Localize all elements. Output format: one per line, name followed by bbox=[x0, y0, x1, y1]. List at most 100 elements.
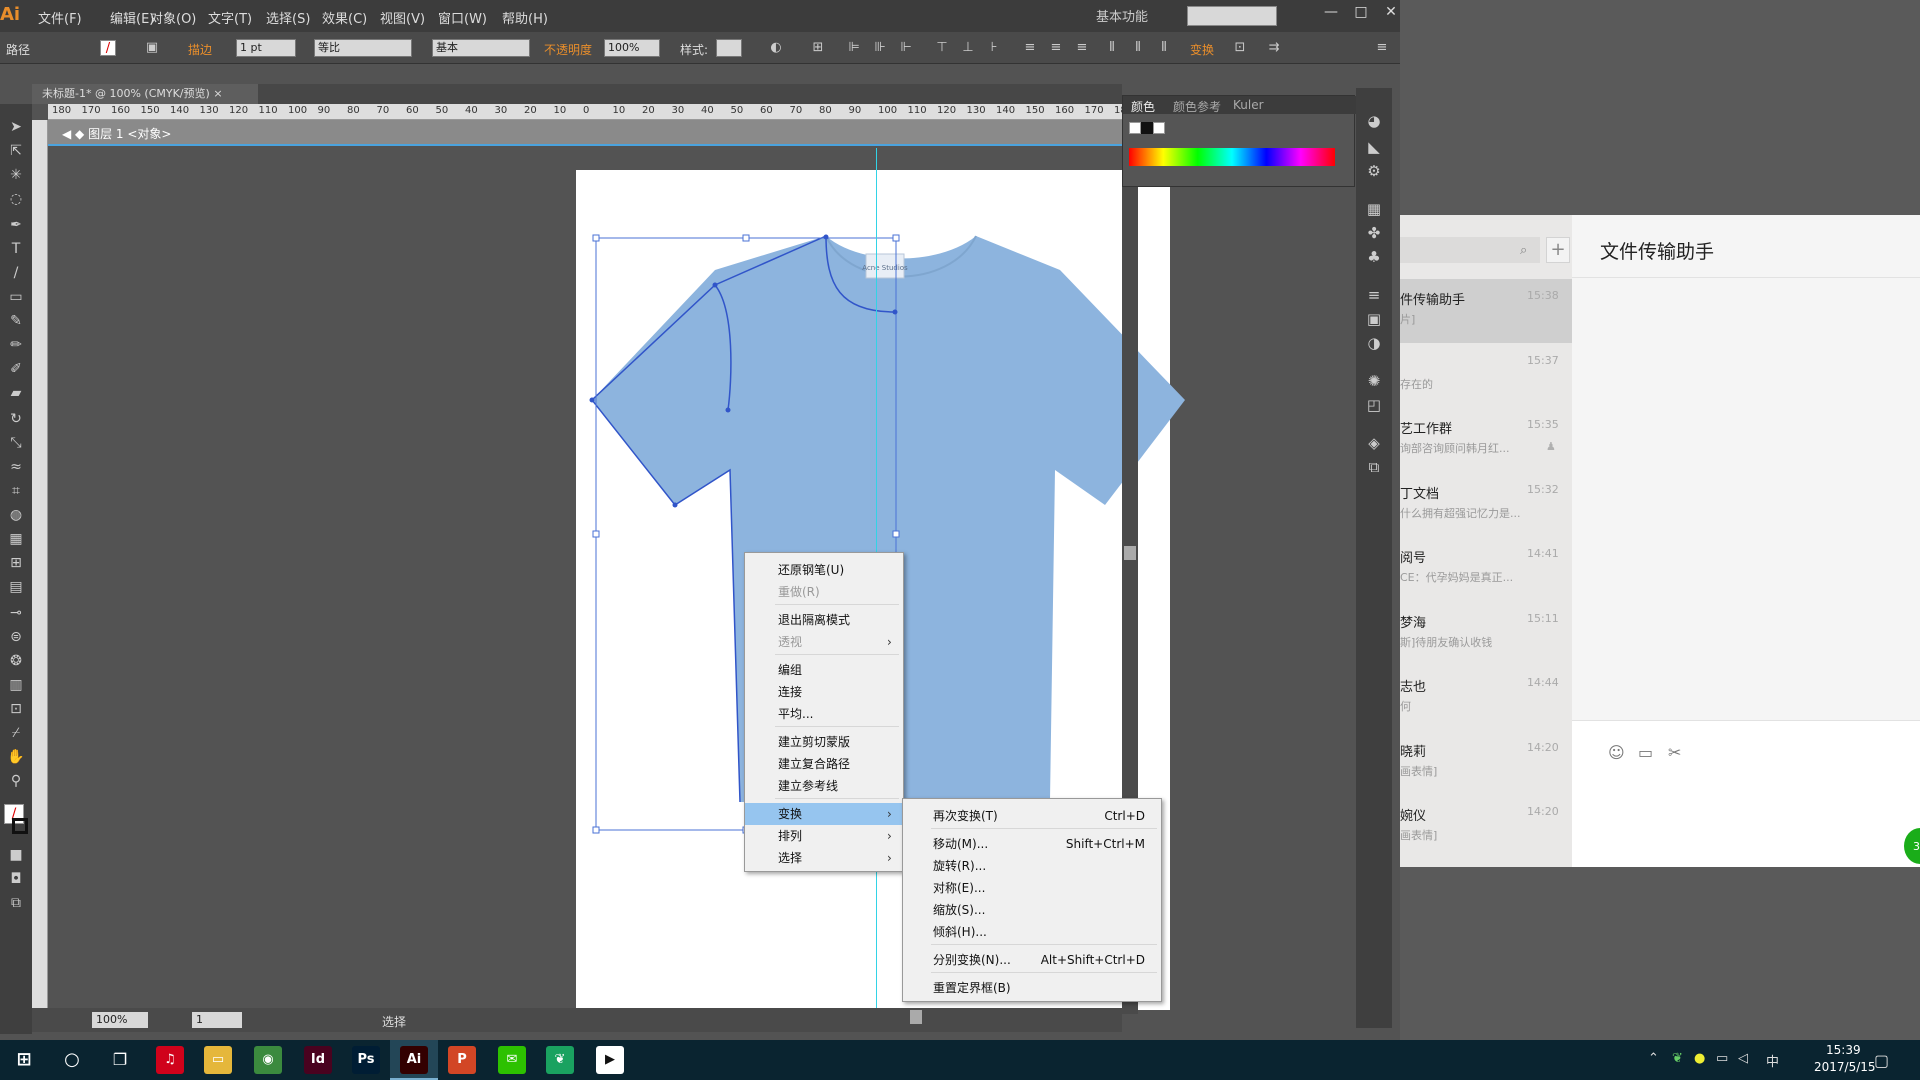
anchor-point[interactable] bbox=[592, 234, 600, 242]
file-explorer-icon[interactable]: ▭ bbox=[204, 1046, 232, 1074]
chrome-icon[interactable]: ◉ bbox=[254, 1046, 282, 1074]
transform-menu-item[interactable]: 再次变换(T) Ctrl+D bbox=[903, 805, 1161, 827]
tray-expand-icon[interactable]: ⌃ bbox=[1648, 1051, 1659, 1066]
chat-list-item[interactable]: 婉仪 14:20 画表情] bbox=[1400, 795, 1572, 859]
path-anchor[interactable] bbox=[712, 282, 718, 288]
chat-list-item[interactable]: 15:37 存在的 bbox=[1400, 344, 1572, 408]
netease-music-icon[interactable]: ♫ bbox=[156, 1046, 184, 1074]
transform-menu-item[interactable]: 分别变换(N)... Alt+Shift+Ctrl+D bbox=[903, 949, 1161, 971]
transform-menu-item[interactable]: 移动(M)... Shift+Ctrl+M bbox=[903, 833, 1161, 855]
color-guide-icon[interactable]: ◣ bbox=[1362, 136, 1386, 158]
scissors-icon[interactable]: ✂ bbox=[1668, 743, 1681, 762]
context-menu-item[interactable]: 退出隔离模式 bbox=[745, 609, 903, 631]
artboard-navigation[interactable]: 1 bbox=[192, 1012, 242, 1028]
feather-app-icon[interactable]: ❦ bbox=[546, 1046, 574, 1074]
clock-date[interactable]: 2017/5/15 bbox=[1814, 1060, 1876, 1074]
transform-menu-item[interactable]: 旋转(R)... bbox=[903, 855, 1161, 877]
context-menu-item[interactable]: 建立剪切蒙版 bbox=[745, 731, 903, 753]
path-anchor[interactable] bbox=[725, 407, 731, 413]
white-swatch[interactable] bbox=[1153, 122, 1165, 134]
volume-icon[interactable]: ◁ bbox=[1738, 1051, 1748, 1066]
menu-item-label: 旋转(R)... bbox=[933, 859, 987, 873]
clock-time[interactable]: 15:39 bbox=[1826, 1043, 1861, 1057]
windows-start-icon[interactable]: ⊞ bbox=[10, 1046, 38, 1074]
menu-separator bbox=[931, 972, 1157, 973]
chat-time: 14:20 bbox=[1527, 740, 1559, 754]
kuler-icon[interactable]: ⚙ bbox=[1362, 160, 1386, 182]
status-bar: 100% 1 选择 bbox=[32, 1008, 1122, 1032]
brushes-icon[interactable]: ✤ bbox=[1362, 222, 1386, 244]
context-menu-item[interactable]: 排列 › bbox=[745, 825, 903, 847]
path-anchor[interactable] bbox=[892, 309, 898, 315]
graphic-styles-icon[interactable]: ◰ bbox=[1362, 394, 1386, 416]
wechat-search-field[interactable] bbox=[1400, 237, 1540, 263]
anchor-point[interactable] bbox=[892, 530, 900, 538]
context-menu-item[interactable]: 选择 › bbox=[745, 847, 903, 869]
message-compose-area[interactable]: ☺ ▭ ✂ bbox=[1572, 721, 1920, 867]
action-center-icon[interactable]: ▢ bbox=[1874, 1051, 1889, 1070]
context-menu-item[interactable]: 变换 › bbox=[745, 803, 903, 825]
video-app-icon[interactable]: ▶ bbox=[596, 1046, 624, 1074]
indesign-icon[interactable]: Id bbox=[304, 1046, 332, 1074]
color-panel-tab[interactable]: 颜色参考 bbox=[1173, 98, 1221, 115]
tray-app-icon[interactable]: ❦ bbox=[1672, 1051, 1683, 1066]
network-icon[interactable]: ▭ bbox=[1716, 1051, 1728, 1066]
photoshop-icon[interactable]: Ps bbox=[352, 1046, 380, 1074]
path-anchor[interactable] bbox=[589, 397, 595, 403]
context-menu-item[interactable]: 建立参考线 bbox=[745, 775, 903, 797]
chat-list-item[interactable]: 艺工作群 15:35 询部咨询顾问韩月红... ♟ bbox=[1400, 408, 1572, 472]
chat-list-item[interactable]: 件传输助手 15:38 片] bbox=[1400, 279, 1572, 343]
illustrator-icon[interactable]: Ai bbox=[400, 1046, 428, 1074]
emoji-icon[interactable]: ☺ bbox=[1608, 743, 1625, 762]
vertical-scroll-thumb[interactable] bbox=[1124, 546, 1136, 560]
swatches-icon[interactable]: ▦ bbox=[1362, 198, 1386, 220]
menu-item-label: 建立剪切蒙版 bbox=[778, 735, 851, 749]
transform-menu-item[interactable]: 倾斜(H)... bbox=[903, 921, 1161, 943]
context-menu-item[interactable]: 连接 bbox=[745, 681, 903, 703]
black-swatch[interactable] bbox=[1141, 122, 1153, 134]
powerpoint-icon[interactable]: P bbox=[448, 1046, 476, 1074]
symbols-icon[interactable]: ♣ bbox=[1362, 246, 1386, 268]
menu-item-label: 退出隔离模式 bbox=[778, 613, 851, 627]
path-anchor[interactable] bbox=[672, 502, 678, 508]
color-panel-icon[interactable]: ◕ bbox=[1362, 110, 1386, 132]
layers-icon[interactable]: ◈ bbox=[1362, 432, 1386, 454]
chat-list-item[interactable]: 丁文档 15:32 什么拥有超强记忆力是... bbox=[1400, 473, 1572, 537]
cortana-icon[interactable]: ○ bbox=[58, 1046, 86, 1074]
transform-menu-item[interactable]: 重置定界框(B) bbox=[903, 977, 1161, 999]
transform-menu-item[interactable]: 对称(E)... bbox=[903, 877, 1161, 899]
color-spectrum[interactable] bbox=[1129, 148, 1335, 166]
transparency-icon[interactable]: ◑ bbox=[1362, 332, 1386, 354]
chat-list-item[interactable]: 阅号 14:41 CE：代孕妈妈是真正... bbox=[1400, 537, 1572, 601]
color-panel-tab[interactable]: 颜色 bbox=[1131, 98, 1155, 115]
horizontal-scroll-thumb[interactable] bbox=[910, 1010, 922, 1024]
chat-list-item[interactable]: 志也 14:44 何 bbox=[1400, 666, 1572, 730]
wechat-icon[interactable]: ✉ bbox=[498, 1046, 526, 1074]
ime-indicator[interactable]: 中 bbox=[1766, 1051, 1779, 1070]
gradient-icon[interactable]: ▣ bbox=[1362, 308, 1386, 330]
context-menu-item[interactable]: 平均... bbox=[745, 703, 903, 725]
artboards-icon[interactable]: ⧉ bbox=[1362, 456, 1386, 478]
anchor-point[interactable] bbox=[592, 530, 600, 538]
tray-app-icon[interactable]: ● bbox=[1694, 1051, 1705, 1066]
color-panel-tab[interactable]: Kuler bbox=[1233, 98, 1264, 112]
folder-icon[interactable]: ▭ bbox=[1638, 743, 1653, 762]
chat-list-item[interactable]: 晓莉 14:20 画表情] bbox=[1400, 731, 1572, 795]
context-menu-item[interactable]: 建立复合路径 bbox=[745, 753, 903, 775]
stroke-icon[interactable]: ≡ bbox=[1362, 284, 1386, 306]
task-view-icon[interactable]: ❐ bbox=[106, 1046, 134, 1074]
add-chat-button[interactable]: + bbox=[1546, 237, 1570, 263]
context-menu-item[interactable]: 编组 bbox=[745, 659, 903, 681]
anchor-point[interactable] bbox=[892, 234, 900, 242]
none-swatch[interactable] bbox=[1129, 122, 1141, 134]
menu-separator bbox=[931, 944, 1157, 945]
appearance-icon[interactable]: ✺ bbox=[1362, 370, 1386, 392]
context-menu-item[interactable]: 还原钢笔(U) bbox=[745, 559, 903, 581]
anchor-point[interactable] bbox=[742, 234, 750, 242]
search-icon[interactable]: ⌕ bbox=[1520, 243, 1527, 258]
transform-menu-item[interactable]: 缩放(S)... bbox=[903, 899, 1161, 921]
chat-list-item[interactable]: 梦海 15:11 斯]待朋友确认收钱 bbox=[1400, 602, 1572, 666]
anchor-point[interactable] bbox=[592, 826, 600, 834]
path-anchor[interactable] bbox=[823, 234, 829, 240]
zoom-select[interactable]: 100% bbox=[92, 1012, 148, 1028]
